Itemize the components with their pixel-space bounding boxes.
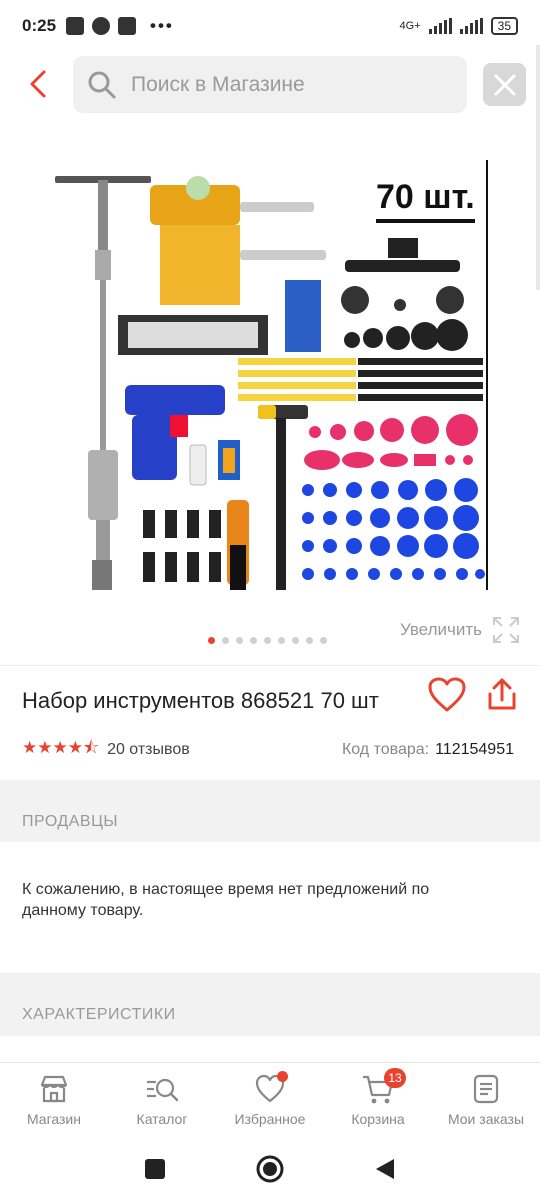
carousel-dot[interactable] (236, 637, 243, 644)
nav-cart[interactable]: 13 Корзина (324, 1063, 432, 1138)
close-icon (494, 74, 515, 95)
product-title-row: Набор инструментов 868521 70 шт (22, 677, 520, 714)
recent-apps-icon[interactable] (144, 1158, 166, 1180)
specs-heading[interactable]: ХАРАКТЕРИСТИКИ (22, 1006, 176, 1024)
nav-store-label: Магазин (26, 1111, 81, 1127)
carousel-dot[interactable] (250, 637, 257, 644)
carousel-dot[interactable] (208, 637, 215, 644)
nav-store[interactable]: Магазин (0, 1063, 108, 1138)
product-code: Код товара: 112154951 (342, 741, 514, 759)
nav-cart-label: Корзина (351, 1111, 405, 1127)
zoom-label: Увеличить (400, 620, 482, 639)
nav-catalog[interactable]: Каталог (108, 1063, 216, 1138)
product-title: Набор инструментов 868521 70 шт (22, 688, 379, 713)
rating-stars[interactable]: ★★★★⯪ (22, 735, 99, 764)
signal-icon-2 (459, 18, 483, 34)
search-bar[interactable] (73, 56, 467, 113)
nav-favorites-label: Избранное (234, 1111, 306, 1127)
search-input[interactable] (131, 72, 431, 97)
back-button[interactable] (22, 66, 58, 102)
status-time: 0:25 (22, 16, 57, 35)
favorite-button[interactable] (427, 676, 467, 719)
carousel-dot[interactable] (292, 637, 299, 644)
back-triangle-icon[interactable] (374, 1157, 396, 1181)
carousel-dots[interactable] (208, 637, 327, 644)
heart-icon (428, 677, 466, 712)
share-button[interactable] (485, 676, 519, 719)
more-notifications-icon: ••• (150, 16, 174, 35)
no-offers-notice: К сожалению, в настоящее время нет предл… (22, 881, 430, 919)
image-caption: 70 шт. (376, 178, 475, 223)
carousel-dot[interactable] (222, 637, 229, 644)
search-icon (88, 71, 116, 98)
upload-notification-icon (66, 17, 85, 35)
system-navigation (0, 1138, 540, 1200)
carousel-dot[interactable] (264, 637, 271, 644)
specs-section-header (0, 973, 540, 1036)
network-type: 4G+ (399, 20, 421, 32)
catalog-search-icon (147, 1078, 179, 1102)
top-bar (0, 56, 540, 114)
product-code-label: Код товара: (341, 740, 430, 758)
scroll-indicator[interactable] (536, 45, 540, 290)
expand-icon (493, 617, 519, 643)
chevron-left-icon (30, 70, 46, 98)
nav-orders-label: Мои заказы (447, 1111, 525, 1127)
zoom-button[interactable]: Увеличить (400, 616, 520, 644)
youtube-notification-icon (118, 17, 137, 35)
close-button[interactable] (483, 63, 526, 106)
nav-orders[interactable]: Мои заказы (432, 1063, 540, 1138)
carousel-dot[interactable] (278, 637, 285, 644)
share-icon (488, 678, 516, 710)
reviews-link[interactable]: 20 отзывов (107, 741, 190, 759)
product-code-value: 112154951 (435, 740, 514, 758)
status-bar: 0:25 ••• 4G+ 35 (0, 0, 540, 52)
app-notification-icon (92, 17, 111, 35)
store-icon (40, 1075, 68, 1103)
carousel-dot[interactable] (320, 637, 327, 644)
favorites-badge-dot (277, 1071, 288, 1082)
bottom-navigation: Магазин Каталог Избранное 13 Корзина Мои… (0, 1062, 540, 1138)
carousel-dot[interactable] (306, 637, 313, 644)
sellers-section-header (0, 780, 540, 842)
rating-row: ★★★★⯪ 20 отзывов Код товара: 112154951 (22, 735, 514, 764)
orders-icon (473, 1074, 499, 1104)
nav-favorites[interactable]: Избранное (216, 1063, 324, 1138)
battery-indicator: 35 (490, 17, 518, 35)
cart-badge: 13 (384, 1068, 406, 1088)
signal-icon (428, 18, 452, 34)
divider (0, 665, 540, 666)
sellers-heading: ПРОДАВЦЫ (22, 813, 119, 830)
nav-catalog-label: Каталог (136, 1111, 188, 1127)
home-icon[interactable] (255, 1154, 285, 1184)
